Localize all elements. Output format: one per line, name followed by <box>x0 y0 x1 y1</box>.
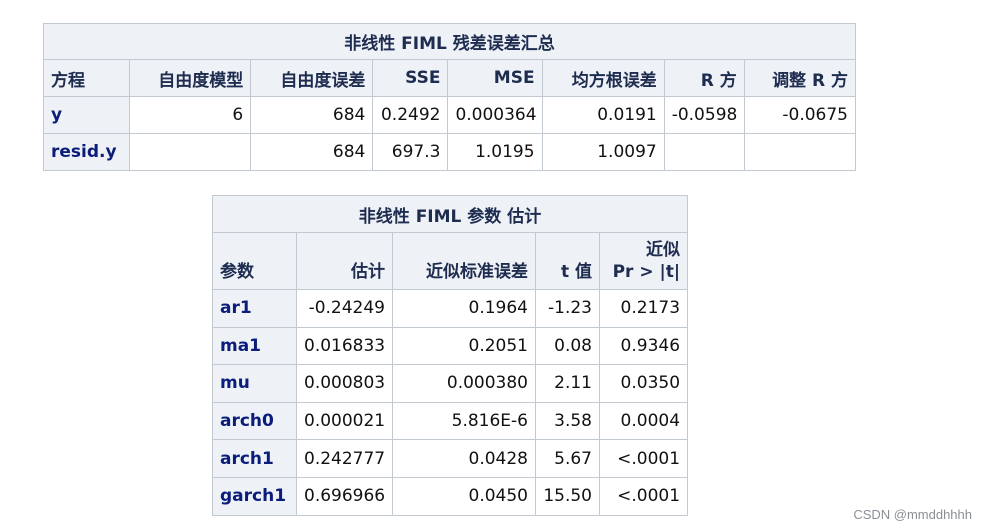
col-header-adj-r-square: 调整 R 方 <box>743 59 857 97</box>
row-label: ma1 <box>212 326 297 366</box>
table-cell <box>129 133 252 171</box>
table-row: arch0 0.000021 5.816E-6 3.58 0.0004 <box>212 401 689 441</box>
table-cell: 0.0450 <box>392 476 536 516</box>
col-header-equation: 方程 <box>42 59 131 97</box>
parameter-estimates-table: 非线性 FIML 参数 估计 参数 估计 近似标准误差 t 值 近似 Pr > … <box>211 195 689 516</box>
table-cell: 0.000803 <box>296 364 393 403</box>
table-cell: -0.0598 <box>663 96 745 134</box>
table-cell: 5.816E-6 <box>392 401 536 441</box>
table-cell: 5.67 <box>535 439 600 478</box>
table-cell: 0.2492 <box>372 96 449 134</box>
table-cell: 0.000364 <box>447 96 543 134</box>
table-cell: -0.24249 <box>296 289 393 328</box>
col-header-pr-label: Pr > |t| <box>612 262 681 282</box>
table-cell: 684 <box>250 96 374 134</box>
table-cell: 3.58 <box>535 401 600 441</box>
parameter-estimates-title: 非线性 FIML 参数 估计 <box>211 195 689 233</box>
table-cell: 0.242777 <box>296 439 393 478</box>
table-row: arch1 0.242777 0.0428 5.67 <.0001 <box>212 439 689 478</box>
col-header-estimate: 估计 <box>296 232 393 290</box>
table-cell: <.0001 <box>598 439 689 478</box>
row-label: arch0 <box>212 401 297 441</box>
table-cell: 1.0195 <box>447 133 543 171</box>
table-cell: 0.696966 <box>296 476 393 516</box>
table-row: mu 0.000803 0.000380 2.11 0.0350 <box>212 364 689 403</box>
row-label: garch1 <box>212 476 297 516</box>
row-label: y <box>42 96 131 134</box>
table-cell: 15.50 <box>535 476 600 516</box>
watermark: CSDN @mmddhhhh <box>853 507 972 522</box>
table-cell: 0.2173 <box>598 289 689 328</box>
residual-summary-table: 非线性 FIML 残差误差汇总 方程 自由度模型 自由度误差 SSE MSE 均… <box>42 23 857 171</box>
table-cell: 6 <box>129 96 252 134</box>
table-cell: 1.0097 <box>541 133 665 171</box>
col-header-approx-pr: 近似 Pr > |t| <box>598 232 689 290</box>
row-label: resid.y <box>42 133 131 171</box>
table-row: resid.y 684 697.3 1.0195 1.0097 <box>42 133 857 171</box>
col-header-df-error: 自由度误差 <box>250 59 374 97</box>
table-cell: 0.0004 <box>598 401 689 441</box>
col-header-r-square: R 方 <box>663 59 745 97</box>
table-cell: 684 <box>250 133 374 171</box>
table-cell: 0.08 <box>535 326 600 366</box>
col-header-t-value: t 值 <box>535 232 600 290</box>
table-cell: 0.000021 <box>296 401 393 441</box>
table-row: y 6 684 0.2492 0.000364 0.0191 -0.0598 -… <box>42 96 857 134</box>
row-label: ar1 <box>212 289 297 328</box>
row-label: mu <box>212 364 297 403</box>
table-row: ar1 -0.24249 0.1964 -1.23 0.2173 <box>212 289 689 328</box>
table-cell: 0.0191 <box>541 96 665 134</box>
table-cell <box>743 133 857 171</box>
table-cell: 0.0350 <box>598 364 689 403</box>
table-cell: 0.016833 <box>296 326 393 366</box>
residual-summary-title: 非线性 FIML 残差误差汇总 <box>43 23 856 60</box>
table-cell: 0.000380 <box>392 364 536 403</box>
col-header-mse: MSE <box>447 59 543 97</box>
row-label: arch1 <box>212 439 297 478</box>
col-header-df-model: 自由度模型 <box>129 59 252 97</box>
table-cell: 697.3 <box>372 133 449 171</box>
table-cell: 0.2051 <box>392 326 536 366</box>
table-cell: 0.9346 <box>598 326 689 366</box>
table-row: ma1 0.016833 0.2051 0.08 0.9346 <box>212 326 689 366</box>
col-header-approx-std-err: 近似标准误差 <box>392 232 536 290</box>
table-cell <box>663 133 745 171</box>
table-cell: 2.11 <box>535 364 600 403</box>
table-cell: 0.1964 <box>392 289 536 328</box>
table-row: garch1 0.696966 0.0450 15.50 <.0001 <box>212 476 689 516</box>
table-cell: -0.0675 <box>743 96 857 134</box>
table-cell: -1.23 <box>535 289 600 328</box>
col-header-rmse: 均方根误差 <box>541 59 665 97</box>
table-cell: 0.0428 <box>392 439 536 478</box>
col-header-sse: SSE <box>372 59 449 97</box>
col-header-parameter: 参数 <box>212 232 297 290</box>
table-cell: <.0001 <box>598 476 689 516</box>
col-header-approx-label: 近似 <box>646 240 681 260</box>
